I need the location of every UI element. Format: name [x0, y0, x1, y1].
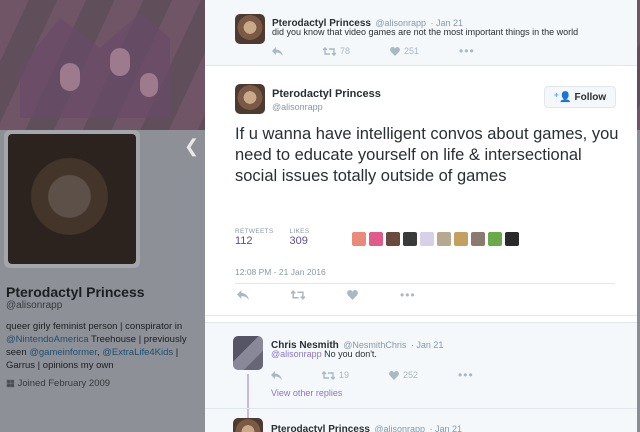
- likes-stat[interactable]: LIKES 309: [290, 228, 310, 247]
- liker-avatar[interactable]: [488, 232, 502, 246]
- tweet-stats: RETWEETS 112 LIKES 309: [235, 228, 309, 247]
- tweet-timestamp[interactable]: 12:08 PM - 21 Jan 2016: [235, 267, 326, 277]
- reply2-header: Pterodactyl Princess @alisonrapp · Jan 2…: [271, 419, 462, 432]
- like-count: 251: [404, 46, 420, 56]
- liker-avatar[interactable]: [386, 232, 400, 246]
- like-count: 252: [403, 370, 419, 380]
- liker-avatar[interactable]: [369, 232, 383, 246]
- more-dots-icon: •••: [458, 368, 474, 382]
- reply2-handle[interactable]: @alisonrapp: [374, 424, 425, 432]
- heart-icon: [389, 370, 399, 380]
- bio-mention-gameinformer[interactable]: @gameinformer: [29, 347, 97, 358]
- context-tweet[interactable]: Pterodactyl Princess @alisonrapp · Jan 2…: [205, 0, 637, 66]
- reply-icon: [271, 370, 282, 380]
- calendar-icon: ▦: [6, 378, 15, 389]
- main-tweet-handle[interactable]: @alisonrapp: [272, 102, 323, 112]
- profile-handle[interactable]: @alisonrapp: [6, 300, 62, 311]
- bio-mention-extralife[interactable]: @ExtraLife4Kids: [102, 347, 173, 358]
- retweets-stat[interactable]: RETWEETS 112: [235, 228, 274, 247]
- more-button[interactable]: •••: [400, 288, 416, 302]
- profile-avatar[interactable]: [4, 130, 140, 268]
- thread-line: [247, 374, 249, 420]
- profile-bio: queer girly feminist person | conspirato…: [6, 321, 187, 371]
- banner-illustration: [20, 13, 170, 118]
- reply2-date[interactable]: · Jan 21: [430, 424, 463, 432]
- stats-divider: [235, 283, 615, 284]
- liker-avatar[interactable]: [471, 232, 485, 246]
- liker-avatar[interactable]: [420, 232, 434, 246]
- reply-button[interactable]: [272, 46, 283, 56]
- reply-text: @alisonrapp No you don't.: [271, 349, 377, 359]
- follow-button[interactable]: ⁺👤 Follow: [544, 86, 616, 108]
- like-button[interactable]: [347, 290, 358, 300]
- reply2-avatar[interactable]: [233, 418, 263, 432]
- heart-icon: [390, 46, 400, 56]
- context-tweet-text: did you know that video games are not th…: [272, 27, 579, 37]
- bio-mention-nintendo[interactable]: @NintendoAmerica: [6, 334, 89, 345]
- reply-mention[interactable]: @alisonrapp: [271, 349, 322, 359]
- liker-avatar[interactable]: [352, 232, 366, 246]
- reply-button[interactable]: [237, 290, 249, 300]
- liker-avatar[interactable]: [437, 232, 451, 246]
- reply-icon: [272, 46, 283, 56]
- view-other-replies-link[interactable]: View other replies: [271, 388, 342, 398]
- previous-tweet-arrow-icon[interactable]: ❮: [184, 136, 199, 157]
- reply-icon: [237, 290, 249, 300]
- main-tweet-actions: •••: [237, 288, 416, 302]
- liker-avatar[interactable]: [505, 232, 519, 246]
- context-tweet-avatar[interactable]: [235, 14, 265, 44]
- likers-avatars: [352, 232, 519, 246]
- follow-person-icon: ⁺👤: [553, 91, 572, 103]
- retweet-button[interactable]: [291, 290, 305, 300]
- liker-avatar[interactable]: [454, 232, 468, 246]
- reply-actions: 19 252 •••: [271, 368, 474, 382]
- retweet-icon: [291, 290, 305, 300]
- more-button[interactable]: •••: [459, 44, 475, 58]
- context-tweet-actions: 78 251 •••: [272, 44, 475, 58]
- profile-joined: ▦ Joined February 2009: [6, 378, 111, 389]
- more-dots-icon: •••: [400, 288, 416, 302]
- retweet-icon: [322, 370, 335, 380]
- main-tweet-name[interactable]: Pterodactyl Princess: [272, 88, 381, 100]
- more-button[interactable]: •••: [458, 368, 474, 382]
- main-tweet-text: If u wanna have intelligent convos about…: [235, 125, 619, 185]
- reply-avatar[interactable]: [233, 336, 263, 370]
- main-tweet-avatar[interactable]: [235, 84, 265, 114]
- like-button[interactable]: 252: [389, 370, 418, 380]
- retweet-button[interactable]: 19: [322, 370, 349, 380]
- heart-icon: [347, 290, 358, 300]
- retweet-icon: [323, 46, 336, 56]
- retweet-button[interactable]: 78: [323, 46, 350, 56]
- retweet-count: 78: [340, 46, 351, 56]
- liker-avatar[interactable]: [403, 232, 417, 246]
- reply-button[interactable]: [271, 370, 282, 380]
- retweet-count: 19: [339, 370, 350, 380]
- reply-date[interactable]: · Jan 21: [411, 340, 444, 350]
- more-dots-icon: •••: [459, 44, 475, 58]
- reply2-name[interactable]: Pterodactyl Princess: [271, 424, 370, 432]
- profile-name[interactable]: Pterodactyl Princess: [6, 284, 145, 300]
- like-button[interactable]: 251: [390, 46, 419, 56]
